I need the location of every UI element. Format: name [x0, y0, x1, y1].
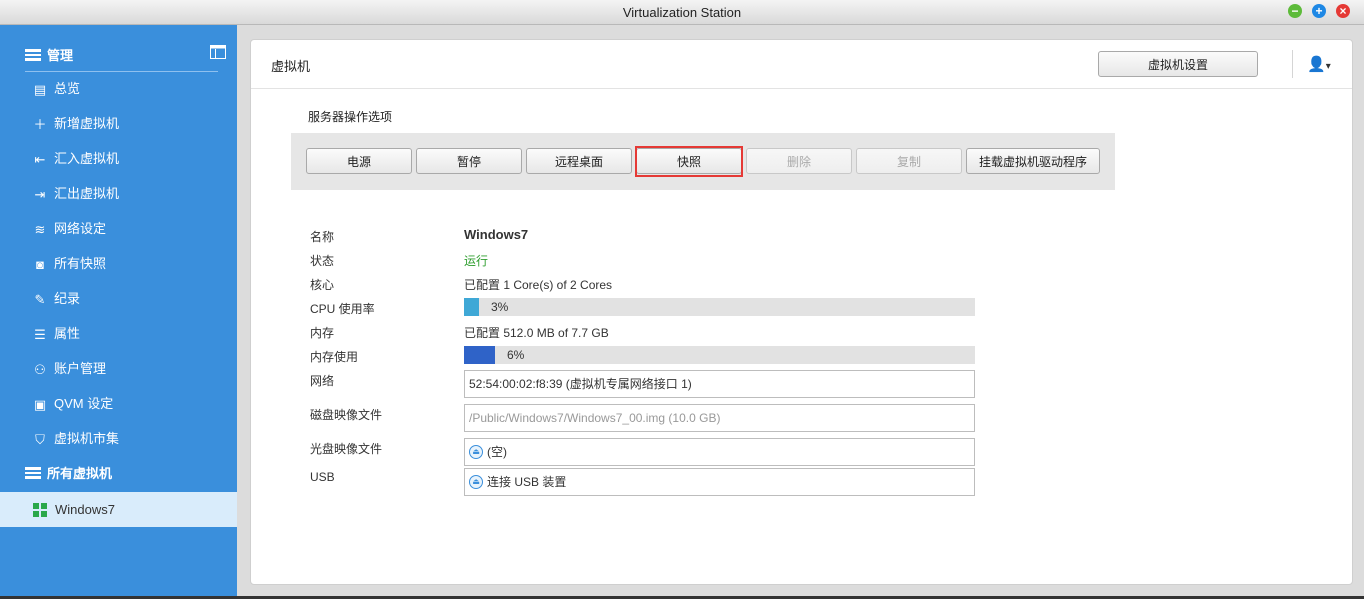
menu-icon: [25, 467, 41, 482]
sidebar-item-snapshots[interactable]: ◙ 所有快照: [31, 252, 106, 276]
sidebar-item-import-vm[interactable]: ⇤ 汇入虚拟机: [31, 147, 119, 171]
sidebar-header: 管理: [25, 45, 73, 64]
sidebar-item-label: 属性: [54, 326, 81, 341]
pause-button[interactable]: 暂停: [416, 148, 522, 174]
close-icon[interactable]: ×: [1336, 4, 1350, 18]
memory-usage-fill: [464, 346, 495, 364]
menu-icon: [25, 49, 41, 64]
sidebar-item-accounts[interactable]: ⚇ 账户管理: [31, 357, 106, 381]
network-icon: ≋: [34, 221, 46, 237]
sidebar-item-label: 新增虚拟机: [54, 116, 120, 131]
user-menu[interactable]: 👤▾: [1307, 55, 1331, 73]
camera-icon: ◙: [36, 256, 44, 272]
sidebar-divider: [25, 71, 218, 72]
network-value: 52:54:00:02:f8:39 (虚拟机专属网络接口 1): [469, 377, 692, 391]
list-icon: ☰: [34, 326, 46, 342]
sidebar-item-label: 网络设定: [54, 221, 107, 236]
memory-usage-bar: 6%: [464, 346, 975, 364]
chevron-down-icon: ▾: [1325, 61, 1331, 72]
sidebar: 管理 ▤ 总览 ＋新增虚拟机 ⇤ 汇入虚拟机 ⇥ 汇出虚拟机 ≋ 网络设定 ◙ 所有快照 …: [0, 25, 237, 599]
vm-panel: 虚拟机 虚拟机设置 👤▾ 服务器操作选项 电源 暂停 远程桌面 快照 删除 复制…: [250, 39, 1353, 585]
vm-status: 运行: [464, 254, 489, 268]
users-icon: ⚇: [34, 361, 46, 377]
delete-button[interactable]: 删除: [746, 148, 852, 174]
collapse-sidebar-icon[interactable]: [210, 45, 226, 59]
cpu-usage-percent: 3%: [491, 300, 509, 314]
sidebar-item-properties[interactable]: ☰ 属性: [31, 322, 80, 346]
clone-button[interactable]: 复制: [856, 148, 962, 174]
sidebar-header-label: 管理: [47, 48, 74, 63]
sidebar-item-label: 虚拟机市集: [54, 431, 120, 446]
title-bar: Virtualization Station − + ×: [0, 0, 1364, 25]
cd-image-field[interactable]: ⏏ (空): [464, 438, 975, 466]
window-title: Virtualization Station: [622, 5, 742, 20]
log-icon: ✎: [34, 291, 46, 307]
overview-icon: ▤: [33, 81, 47, 97]
mount-drivers-button[interactable]: 挂载虚拟机驱动程序: [966, 148, 1100, 174]
usb-label: USB: [310, 470, 335, 484]
usb-value: 连接 USB 装置: [487, 475, 567, 489]
usb-field[interactable]: ⏏ 连接 USB 装置: [464, 468, 975, 496]
sidebar-item-vm-windows7[interactable]: Windows7: [0, 492, 237, 527]
ops-section-title: 服务器操作选项: [308, 110, 393, 124]
disk-image-field: /Public/Windows7/Windows7_00.img (10.0 G…: [464, 404, 975, 432]
vm-settings-button[interactable]: 虚拟机设置: [1098, 51, 1258, 77]
sidebar-item-log[interactable]: ✎ 纪录: [31, 287, 80, 311]
settings-icon: ▣: [33, 396, 47, 412]
sidebar-section-label: 所有虚拟机: [47, 466, 113, 481]
sidebar-item-network[interactable]: ≋ 网络设定: [31, 217, 106, 241]
sidebar-section-all-vms[interactable]: 所有虚拟机: [25, 463, 112, 482]
vm-memory: 已配置 512.0 MB of 7.7 GB: [464, 326, 609, 340]
market-icon: ⛉: [35, 431, 45, 447]
eject-icon: ⏏: [469, 444, 483, 459]
cpu-usage-label: CPU 使用率: [310, 302, 375, 316]
sidebar-vm-label: Windows7: [55, 502, 115, 517]
vm-core: 已配置 1 Core(s) of 2 Cores: [464, 278, 613, 292]
maximize-icon[interactable]: +: [1312, 4, 1326, 18]
network-field[interactable]: 52:54:00:02:f8:39 (虚拟机专属网络接口 1): [464, 370, 975, 398]
sidebar-item-label: 纪录: [54, 291, 81, 306]
cpu-usage-fill: [464, 298, 479, 316]
vm-name: Windows7: [464, 227, 529, 242]
sidebar-item-label: 汇出虚拟机: [54, 186, 120, 201]
eject-icon: ⏏: [469, 474, 483, 489]
sidebar-item-market[interactable]: ⛉ 虚拟机市集: [31, 427, 119, 451]
sidebar-item-label: 汇入虚拟机: [54, 151, 120, 166]
snapshot-highlight-box: [635, 146, 743, 177]
windows-icon: [33, 503, 47, 517]
sidebar-item-label: QVM 设定: [54, 396, 114, 411]
power-button[interactable]: 电源: [306, 148, 412, 174]
memory-usage-label: 内存使用: [310, 350, 359, 364]
sidebar-item-qvm-settings[interactable]: ▣ QVM 设定: [31, 392, 113, 416]
sidebar-item-overview[interactable]: ▤ 总览: [31, 77, 80, 101]
cd-image-value: (空): [487, 445, 507, 459]
sidebar-item-new-vm[interactable]: ＋ 新增虚拟机: [31, 112, 119, 136]
sidebar-item-label: 账户管理: [54, 361, 107, 376]
sidebar-item-export-vm[interactable]: ⇥ 汇出虚拟机: [31, 182, 119, 206]
export-icon: ⇥: [34, 186, 46, 202]
header-divider-line: [251, 88, 1352, 89]
sidebar-item-label: 总览: [54, 81, 81, 96]
memory-label: 内存: [310, 326, 335, 340]
disk-image-value: /Public/Windows7/Windows7_00.img (10.0 G…: [469, 411, 721, 425]
status-label: 状态: [310, 254, 335, 268]
sidebar-item-label: 所有快照: [54, 256, 107, 271]
memory-usage-percent: 6%: [507, 348, 525, 362]
import-icon: ⇤: [34, 151, 46, 167]
cd-image-label: 光盘映像文件: [310, 442, 383, 456]
minimize-icon[interactable]: −: [1288, 4, 1302, 18]
name-label: 名称: [310, 230, 335, 244]
user-icon: 👤: [1307, 56, 1326, 73]
page-title: 虚拟机: [271, 59, 311, 74]
disk-image-label: 磁盘映像文件: [310, 408, 383, 422]
plus-icon: ＋: [33, 116, 47, 132]
core-label: 核心: [310, 278, 335, 292]
cpu-usage-bar: 3%: [464, 298, 975, 316]
header-divider: [1292, 50, 1293, 78]
remote-desktop-button[interactable]: 远程桌面: [526, 148, 632, 174]
network-label: 网络: [310, 374, 335, 388]
